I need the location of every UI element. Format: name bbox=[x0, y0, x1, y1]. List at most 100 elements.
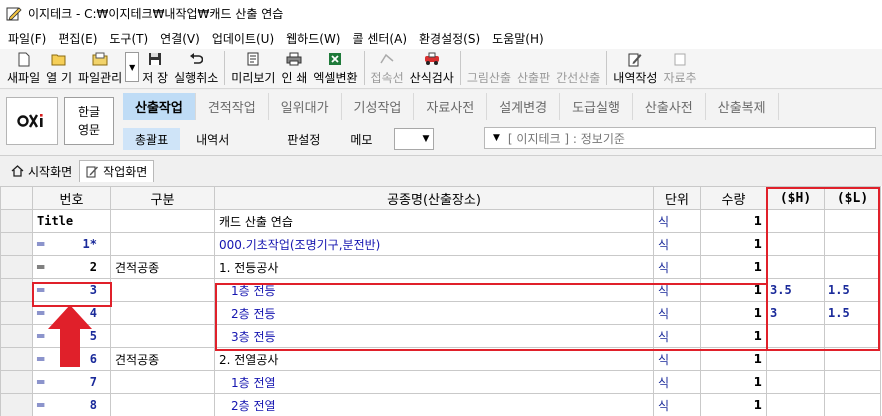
tab-calc-dictionary[interactable]: 산출사전 bbox=[633, 93, 706, 120]
header-number[interactable]: 번호 bbox=[32, 186, 111, 210]
memo-button[interactable]: 메모 bbox=[338, 128, 384, 150]
row-work-name[interactable]: 1층 전등 bbox=[214, 278, 654, 302]
row-work-name[interactable]: 2층 전열 bbox=[214, 393, 654, 416]
tab-design-change[interactable]: 설계변경 bbox=[487, 93, 561, 120]
menu-tools[interactable]: 도구(T) bbox=[103, 30, 154, 47]
file-manage-button[interactable]: 파일관리 bbox=[75, 49, 125, 87]
row-number[interactable]: ═ 7 bbox=[32, 370, 111, 394]
row-number[interactable]: ═ 1* bbox=[32, 232, 111, 256]
menu-update[interactable]: 업데이트(U) bbox=[206, 30, 280, 47]
calc-board-button[interactable]: 산출판 bbox=[514, 49, 553, 87]
row-l-value[interactable] bbox=[824, 209, 881, 233]
row-gutter[interactable] bbox=[0, 324, 33, 348]
row-quantity[interactable]: 1 bbox=[700, 324, 767, 348]
table-row[interactable]: Title 캐드 산출 연습 식 1 bbox=[0, 209, 881, 233]
print-button[interactable]: 인 쇄 bbox=[278, 49, 310, 87]
tab-work-screen[interactable]: 작업화면 bbox=[79, 160, 155, 182]
detail-write-button[interactable]: 내역작성 bbox=[610, 49, 660, 87]
row-unit[interactable]: 식 bbox=[653, 301, 701, 325]
connect-line-button[interactable]: 접속선 bbox=[368, 49, 407, 87]
menu-file[interactable]: 파일(F) bbox=[2, 30, 52, 47]
row-h-value[interactable] bbox=[766, 232, 825, 256]
row-gutter[interactable] bbox=[0, 255, 33, 279]
row-quantity[interactable]: 1 bbox=[700, 232, 767, 256]
row-l-value[interactable] bbox=[824, 347, 881, 371]
excel-convert-button[interactable]: 엑셀변환 bbox=[310, 49, 360, 87]
menu-settings[interactable]: 환경설정(S) bbox=[413, 30, 486, 47]
tab-calc-copy[interactable]: 산출복제 bbox=[706, 93, 779, 120]
row-unit[interactable]: 식 bbox=[653, 232, 701, 256]
row-unit[interactable]: 식 bbox=[653, 278, 701, 302]
menu-help[interactable]: 도움말(H) bbox=[486, 30, 550, 47]
sheet-setting-button[interactable]: 판설정 bbox=[275, 128, 332, 150]
row-quantity[interactable]: 1 bbox=[700, 278, 767, 302]
row-l-value[interactable] bbox=[824, 324, 881, 348]
row-h-value[interactable] bbox=[766, 393, 825, 416]
row-kind[interactable]: 견적공종 bbox=[110, 347, 215, 371]
row-number[interactable]: ═ 3 bbox=[32, 278, 111, 302]
row-l-value[interactable]: 1.5 bbox=[824, 278, 881, 302]
menu-webhard[interactable]: 웹하드(W) bbox=[280, 30, 346, 47]
row-number[interactable]: ═ 2 bbox=[32, 255, 111, 279]
row-unit[interactable]: 식 bbox=[653, 347, 701, 371]
row-work-name[interactable]: 2. 전열공사 bbox=[214, 347, 654, 371]
header-work-name[interactable]: 공종명(산출장소) bbox=[214, 186, 654, 210]
row-l-value[interactable]: 1.5 bbox=[824, 301, 881, 325]
row-unit[interactable]: 식 bbox=[653, 255, 701, 279]
draw-calc-button[interactable]: 그림산출 bbox=[464, 49, 514, 87]
row-work-name[interactable]: 1. 전등공사 bbox=[214, 255, 654, 279]
row-h-value[interactable] bbox=[766, 370, 825, 394]
tab-unit-price[interactable]: 일위대가 bbox=[269, 93, 342, 120]
row-gutter[interactable] bbox=[0, 278, 33, 302]
row-number[interactable]: ═ 8 bbox=[32, 393, 111, 416]
header-unit[interactable]: 단위 bbox=[653, 186, 701, 210]
row-quantity[interactable]: 1 bbox=[700, 370, 767, 394]
standard-select[interactable]: ▼ [ 이지테크 ] : 정보기준 bbox=[484, 127, 876, 149]
table-row[interactable]: ═ 5 3층 전등 식 1 bbox=[0, 324, 881, 348]
row-work-name[interactable]: 2층 전등 bbox=[214, 301, 654, 325]
row-h-value[interactable]: 3 bbox=[766, 301, 825, 325]
header-l-variable[interactable]: ($L) bbox=[824, 186, 881, 210]
save-button[interactable]: 저 장 bbox=[139, 49, 171, 87]
row-gutter[interactable] bbox=[0, 393, 33, 416]
open-button[interactable]: 열 기 bbox=[43, 49, 75, 87]
row-quantity[interactable]: 1 bbox=[700, 209, 767, 233]
row-h-value[interactable]: 3.5 bbox=[766, 278, 825, 302]
menu-call-center[interactable]: 콜 센터(A) bbox=[347, 30, 414, 47]
row-unit[interactable]: 식 bbox=[653, 324, 701, 348]
row-l-value[interactable] bbox=[824, 232, 881, 256]
row-kind[interactable] bbox=[110, 370, 215, 394]
tab-calc-work[interactable]: 산출작업 bbox=[123, 93, 196, 120]
row-l-value[interactable] bbox=[824, 255, 881, 279]
tab-contract-execution[interactable]: 도급실행 bbox=[560, 93, 633, 120]
row-gutter[interactable] bbox=[0, 370, 33, 394]
row-work-name[interactable]: 캐드 산출 연습 bbox=[214, 209, 654, 233]
row-unit[interactable]: 식 bbox=[653, 209, 701, 233]
tab-start-screen[interactable]: 시작화면 bbox=[4, 160, 79, 182]
row-gutter[interactable] bbox=[0, 347, 33, 371]
header-kind[interactable]: 구분 bbox=[110, 186, 215, 210]
row-kind[interactable] bbox=[110, 393, 215, 416]
statement-button[interactable]: 내역서 bbox=[184, 128, 241, 150]
table-row[interactable]: ═ 2 견적공종 1. 전등공사 식 1 bbox=[0, 255, 881, 279]
color-select[interactable]: ▼ bbox=[394, 128, 435, 150]
row-gutter[interactable] bbox=[0, 301, 33, 325]
menu-edit[interactable]: 편집(E) bbox=[52, 30, 103, 47]
calc-check-button[interactable]: 산식검사 bbox=[407, 49, 457, 87]
row-quantity[interactable]: 1 bbox=[700, 347, 767, 371]
row-unit[interactable]: 식 bbox=[653, 370, 701, 394]
menu-link[interactable]: 연결(V) bbox=[154, 30, 206, 47]
table-row[interactable]: ═ 3 1층 전등 식 1 3.5 1.5 bbox=[0, 278, 881, 302]
row-h-value[interactable] bbox=[766, 347, 825, 371]
header-quantity[interactable]: 수량 bbox=[700, 186, 767, 210]
row-kind[interactable] bbox=[110, 278, 215, 302]
row-quantity[interactable]: 1 bbox=[700, 255, 767, 279]
undo-button[interactable]: 실행취소 bbox=[171, 49, 221, 87]
row-number[interactable]: Title bbox=[32, 209, 111, 233]
row-l-value[interactable] bbox=[824, 393, 881, 416]
table-row[interactable]: ═ 4 2층 전등 식 1 3 1.5 bbox=[0, 301, 881, 325]
file-manage-dropdown[interactable]: ▼ bbox=[125, 52, 140, 82]
row-l-value[interactable] bbox=[824, 370, 881, 394]
table-row[interactable]: ═ 6 견적공종 2. 전열공사 식 1 bbox=[0, 347, 881, 371]
row-quantity[interactable]: 1 bbox=[700, 393, 767, 416]
